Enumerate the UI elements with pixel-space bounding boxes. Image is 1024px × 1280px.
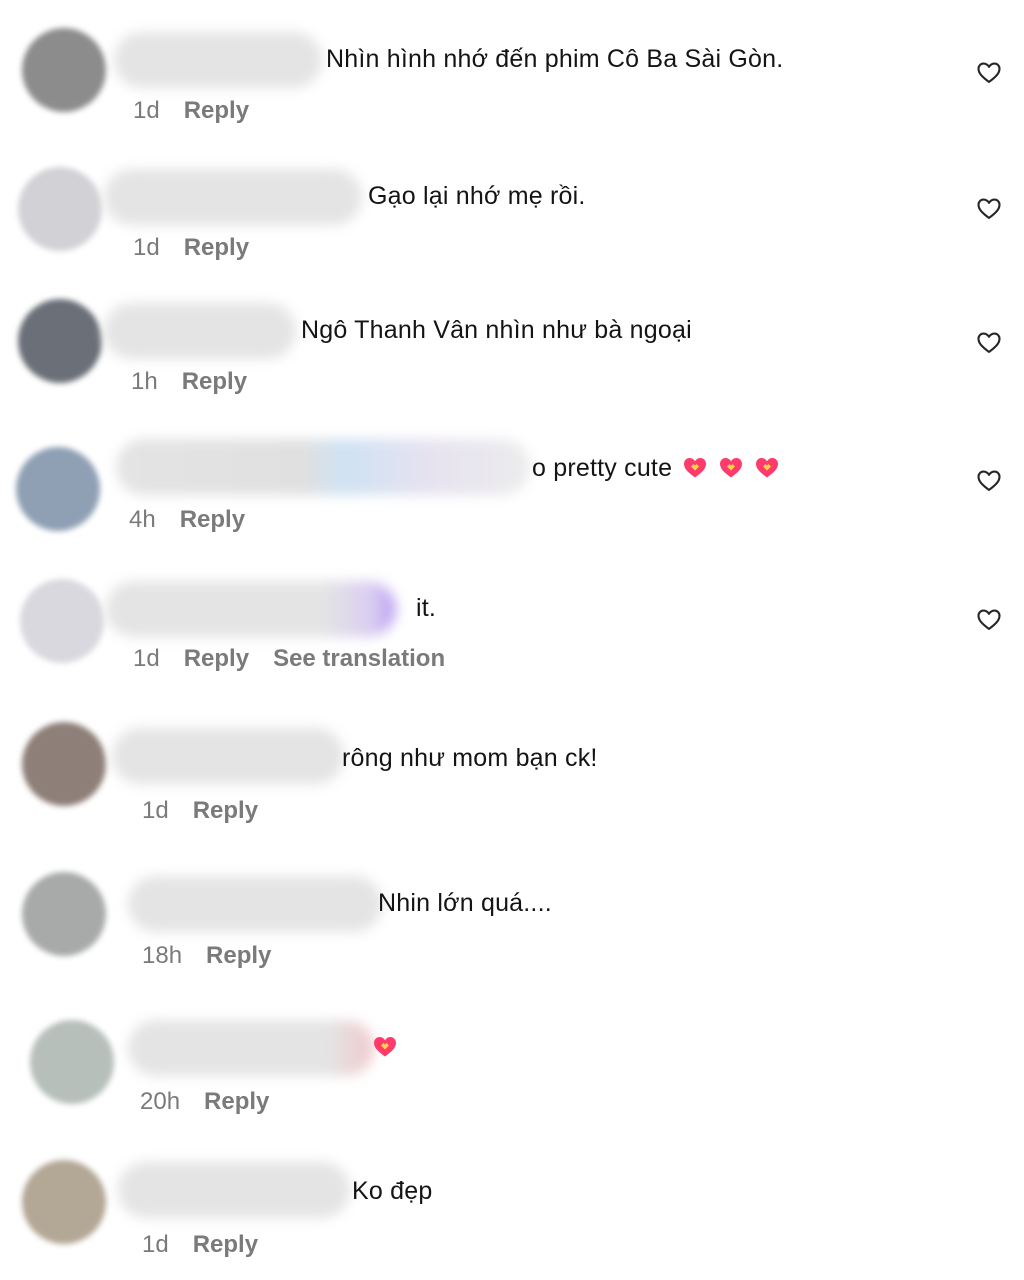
comment-text-content: o pretty cute xyxy=(532,454,673,482)
username-redacted[interactable] xyxy=(112,728,344,784)
comment-time: 1h xyxy=(131,368,158,395)
like-heart-icon[interactable] xyxy=(975,466,1003,494)
comment-item: Ngô Thanh Vân nhìn như bà ngoại 1h Reply xyxy=(0,271,1024,395)
comment-meta: 1d Reply See translation xyxy=(133,645,445,673)
comment-time: 18h xyxy=(142,942,183,969)
reply-button[interactable]: Reply xyxy=(206,942,271,970)
comment-time: 1d xyxy=(133,234,160,261)
avatar[interactable] xyxy=(22,722,106,806)
comment-meta: 18h Reply xyxy=(142,942,295,970)
comment-meta: 20h Reply xyxy=(140,1088,293,1116)
comment-text: Gạo lại nhớ mẹ rồi. xyxy=(368,182,586,210)
comment-text: o pretty cute xyxy=(532,453,780,483)
comment-text xyxy=(372,1032,398,1062)
comment-time: 1d xyxy=(142,1231,169,1258)
like-heart-icon[interactable] xyxy=(975,194,1003,222)
username-redacted[interactable] xyxy=(114,32,322,88)
comment-item: Nhìn hình nhớ đến phim Cô Ba Sài Gòn. 1d… xyxy=(0,0,1024,124)
username-redacted[interactable] xyxy=(118,1162,350,1218)
comment-item: o pretty cute 4h Reply xyxy=(0,409,1024,533)
comment-time: 1d xyxy=(133,645,160,672)
avatar[interactable] xyxy=(20,579,104,663)
comment-text: rông như mom bạn ck! xyxy=(342,744,598,772)
comment-item: it. 1d Reply See translation xyxy=(0,549,1024,672)
comment-time: 1d xyxy=(133,97,160,124)
comment-item: rông như mom bạn ck! 1d Reply xyxy=(0,700,1024,824)
reply-button[interactable]: Reply xyxy=(180,506,245,534)
username-redacted[interactable] xyxy=(116,439,530,495)
comment-meta: 1h Reply xyxy=(131,368,271,396)
avatar[interactable] xyxy=(30,1020,114,1104)
comment-text: it. xyxy=(416,594,437,622)
comment-meta: 1d Reply xyxy=(142,797,282,825)
reply-button[interactable]: Reply xyxy=(193,797,258,825)
see-translation-button[interactable]: See translation xyxy=(273,645,445,673)
comment-text: Nhin lớn quá.... xyxy=(378,889,552,917)
comment-time: 4h xyxy=(129,506,156,533)
username-redacted[interactable] xyxy=(128,1020,374,1076)
comment-item: 20h Reply xyxy=(0,990,1024,1115)
avatar[interactable] xyxy=(22,1160,106,1244)
username-redacted[interactable] xyxy=(104,169,362,225)
heart-emoji-icon xyxy=(756,458,779,478)
username-redacted[interactable] xyxy=(104,303,296,359)
reply-button[interactable]: Reply xyxy=(193,1231,258,1259)
comment-meta: 1d Reply xyxy=(142,1231,282,1259)
reply-button[interactable]: Reply xyxy=(184,645,249,673)
heart-emoji-icon xyxy=(720,458,743,478)
comment-text: Ko đẹp xyxy=(352,1177,433,1205)
heart-emoji-icon xyxy=(374,1037,396,1057)
reply-button[interactable]: Reply xyxy=(182,368,247,396)
like-heart-icon[interactable] xyxy=(975,58,1003,86)
comment-item: Gạo lại nhớ mẹ rồi. 1d Reply xyxy=(0,137,1024,261)
avatar[interactable] xyxy=(16,447,100,531)
avatar[interactable] xyxy=(18,167,102,251)
comment-time: 20h xyxy=(140,1088,181,1115)
comment-meta: 1d Reply xyxy=(133,97,273,125)
comment-time: 1d xyxy=(142,797,169,824)
comment-meta: 1d Reply xyxy=(133,234,273,262)
username-redacted[interactable] xyxy=(106,581,396,637)
reply-button[interactable]: Reply xyxy=(204,1088,269,1116)
comment-meta: 4h Reply xyxy=(129,506,269,534)
username-redacted[interactable] xyxy=(128,876,382,932)
comment-list: Nhìn hình nhớ đến phim Cô Ba Sài Gòn. 1d… xyxy=(0,0,1024,1280)
reply-button[interactable]: Reply xyxy=(184,234,249,262)
comment-text: Ngô Thanh Vân nhìn như bà ngoại xyxy=(301,316,692,344)
avatar[interactable] xyxy=(22,872,106,956)
avatar[interactable] xyxy=(22,28,106,112)
like-heart-icon[interactable] xyxy=(975,605,1003,633)
comment-text: Nhìn hình nhớ đến phim Cô Ba Sài Gòn. xyxy=(326,45,784,73)
comment-item: Nhin lớn quá.... 18h Reply xyxy=(0,846,1024,969)
reply-button[interactable]: Reply xyxy=(184,97,249,125)
heart-emoji-icon xyxy=(684,458,707,478)
avatar[interactable] xyxy=(18,299,102,383)
comment-item: Ko đẹp 1d Reply xyxy=(0,1132,1024,1258)
like-heart-icon[interactable] xyxy=(975,328,1003,356)
